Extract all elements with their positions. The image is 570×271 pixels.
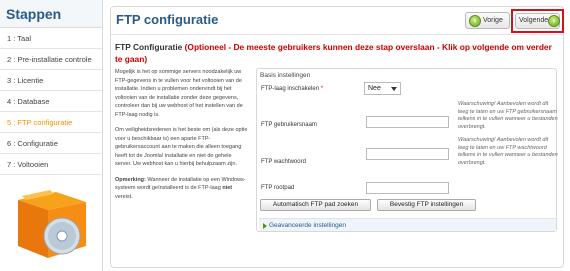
basic-settings-legend: Basis instellingen <box>260 72 311 79</box>
advanced-settings-toggle[interactable]: Geavanceerde instellingen <box>259 218 556 231</box>
note-label: Opmerking: <box>115 176 146 183</box>
verify-ftp-settings-button[interactable]: Bevestig FTP instellingen <box>377 199 476 211</box>
intro-paragraph-3: Opmerking: Wanneer de installatie op een… <box>115 176 248 202</box>
next-label: Volgende <box>519 17 549 24</box>
note-emphasis: niet <box>222 185 233 191</box>
intro-text: Mogelijk is het op sommige servers noodz… <box>115 68 248 208</box>
required-marker: * <box>320 86 324 92</box>
next-button[interactable]: Volgende › <box>515 13 560 29</box>
steps-list: 1 : Taal 2 : Pre-installatie controle 3 … <box>0 28 102 175</box>
ftp-enable-select[interactable]: Nee <box>364 82 401 95</box>
ftp-password-warning: Waarschuwing! Aanbevolen wordt dit leeg … <box>458 137 558 166</box>
main-panel: FTP configuratie ‹ Vorige Volgende › FTP… <box>110 6 564 268</box>
autofind-ftp-path-button[interactable]: Automatisch FTP pad zoeken <box>260 199 371 211</box>
next-button-highlight: Volgende › <box>511 9 564 33</box>
chevron-down-icon <box>391 87 397 91</box>
main-header: FTP configuratie ‹ Vorige Volgende › <box>111 7 564 35</box>
ftp-enable-label: FTP-laag inschakelen * <box>261 86 323 92</box>
software-box-illustration <box>18 190 86 258</box>
intro-paragraph-2: Om veiligheidsredenen is het beste om (a… <box>115 127 248 167</box>
basic-settings-fieldset: Basis instellingen FTP-laag inschakelen … <box>256 68 558 232</box>
ftp-password-label: FTP wachtwoord <box>261 159 306 165</box>
step-license[interactable]: 3 : Licentie <box>0 70 102 91</box>
ftp-rootpath-input[interactable] <box>366 182 449 194</box>
section-heading: FTP Configuratie (Optioneel - De meeste … <box>115 41 560 65</box>
step-finish[interactable]: 7 : Voltooien <box>0 154 102 175</box>
arrow-right-icon: › <box>548 15 560 27</box>
triangle-right-icon <box>263 223 267 229</box>
sidebar-title: Stappen <box>0 0 102 28</box>
section-heading-title: FTP Configuratie <box>115 42 183 52</box>
step-configuration[interactable]: 6 : Configuratie <box>0 133 102 154</box>
ftp-rootpath-label: FTP rootpad <box>261 185 295 191</box>
step-language[interactable]: 1 : Taal <box>0 28 102 49</box>
intro-paragraph-1: Mogelijk is het op sommige servers noodz… <box>115 69 243 118</box>
step-preinstall-check[interactable]: 2 : Pre-installatie controle <box>0 49 102 70</box>
ftp-username-label: FTP gebruikersnaam <box>261 122 317 128</box>
previous-button[interactable]: ‹ Vorige <box>465 12 510 29</box>
ftp-username-input[interactable] <box>366 116 449 128</box>
arrow-left-icon: ‹ <box>469 15 481 27</box>
step-ftp-config[interactable]: 5 : FTP configuratie <box>0 112 102 133</box>
advanced-settings-label: Geavanceerde instellingen <box>269 222 346 229</box>
ftp-username-warning: Waarschuwing! Aanbevolen wordt dit leeg … <box>458 101 558 130</box>
ftp-password-input[interactable] <box>366 148 449 160</box>
sidebar: Stappen 1 : Taal 2 : Pre-installatie con… <box>0 0 103 271</box>
note-end: vereist. <box>115 193 133 200</box>
page-title: FTP configuratie <box>116 12 219 27</box>
previous-label: Vorige <box>483 17 503 24</box>
step-database[interactable]: 4 : Database <box>0 91 102 112</box>
ftp-enable-label-text: FTP-laag inschakelen <box>261 86 320 92</box>
ftp-enable-value: Nee <box>368 85 381 92</box>
